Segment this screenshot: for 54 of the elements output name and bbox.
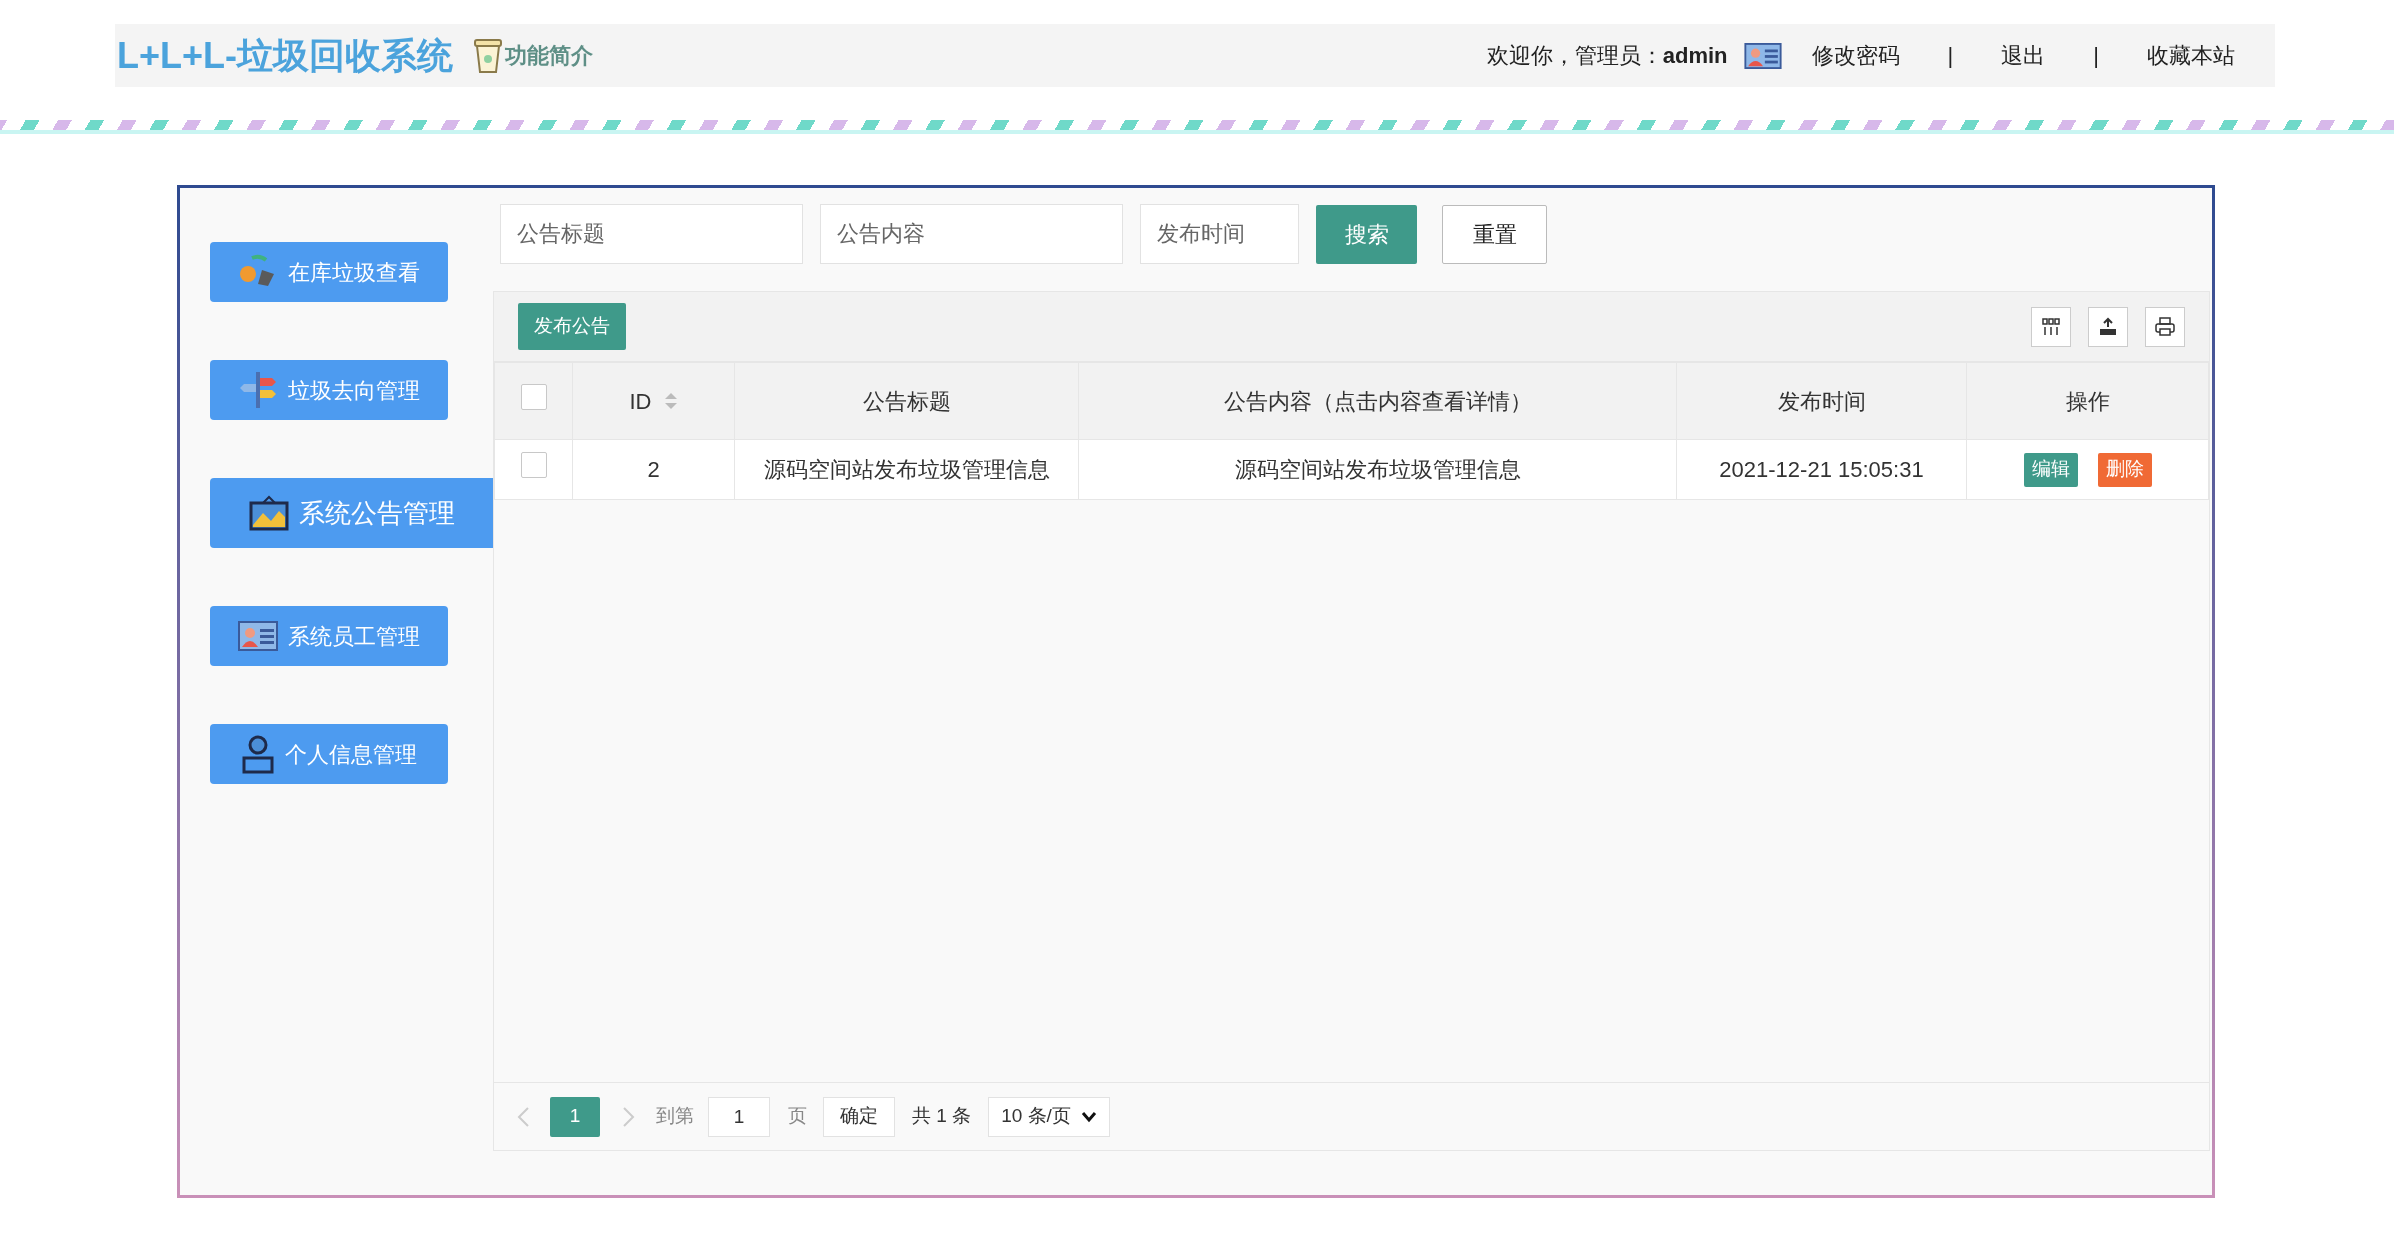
checkbox[interactable] — [520, 383, 547, 410]
publish-button[interactable]: 发布公告 — [518, 303, 626, 350]
column-header: 操作 — [2065, 387, 2110, 416]
delete-button[interactable]: 删除 — [2097, 452, 2152, 487]
print-icon — [2153, 314, 2177, 339]
header-link[interactable]: 收藏本站 — [2147, 39, 2235, 72]
table-cell: 源码空间站发布垃圾管理信息 — [763, 457, 1050, 482]
edit-button[interactable]: 编辑 — [2023, 452, 2078, 487]
welcome-text: 欢迎你，管理员： — [1486, 42, 1663, 70]
search-field[interactable]: 公告内容 — [820, 204, 1123, 264]
confirm-button[interactable]: 确定 — [823, 1096, 895, 1137]
column-header: 公告标题 — [862, 387, 951, 416]
username: admin — [1662, 42, 1728, 70]
checkbox[interactable] — [520, 452, 547, 478]
export-button[interactable] — [2088, 306, 2128, 347]
sort-icon[interactable] — [663, 391, 678, 411]
id-card-icon — [238, 621, 278, 651]
table-cell: 2021-12-21 15:05:31 — [1719, 457, 1924, 482]
person-icon — [241, 734, 275, 774]
search-field[interactable]: 发布时间 — [1140, 204, 1299, 264]
next-page-icon[interactable] — [622, 1105, 636, 1128]
picture-icon — [248, 495, 289, 531]
column-header: 公告内容（点击内容查看详情） — [1223, 387, 1532, 416]
page-button[interactable]: 1 — [550, 1096, 600, 1137]
column-header: ID — [629, 387, 652, 416]
intro-link[interactable]: 功能简介 — [473, 37, 593, 74]
goto-label: 到第 — [656, 1104, 694, 1129]
cup-icon — [473, 37, 503, 74]
header-link[interactable]: 修改密码 — [1811, 39, 1900, 72]
id-card-icon — [1743, 42, 1782, 69]
separator: | — [2093, 42, 2099, 70]
sidebar-item[interactable]: 系统员工管理 — [210, 606, 448, 666]
columns-button[interactable] — [2031, 306, 2071, 347]
table-cell: 2 — [647, 457, 660, 482]
site-title: L+L+L-垃圾回收系统 — [117, 33, 453, 78]
chevron-down-icon — [1081, 1110, 1098, 1123]
sidebar-item[interactable]: 个人信息管理 — [210, 724, 448, 784]
total-count: 共 1 条 — [912, 1104, 972, 1129]
previous-page-icon[interactable] — [516, 1105, 530, 1128]
table-cell: 源码空间站发布垃圾管理信息 — [1234, 457, 1521, 482]
search-button[interactable]: 搜索 — [1316, 204, 1417, 264]
sidebar-item[interactable]: 垃圾去向管理 — [210, 360, 448, 420]
page-size-select[interactable]: 10 条/页 — [988, 1096, 1111, 1137]
page-unit: 页 — [788, 1104, 807, 1129]
search-field[interactable]: 公告标题 — [500, 204, 803, 264]
page-input[interactable]: 1 — [708, 1096, 770, 1137]
reset-button[interactable]: 重置 — [1442, 204, 1547, 264]
print-button[interactable] — [2145, 306, 2185, 347]
signpost-icon — [238, 370, 278, 410]
column-header: 发布时间 — [1777, 387, 1866, 416]
header-link[interactable]: 退出 — [2001, 39, 2046, 72]
sidebar-item[interactable]: 在库垃圾查看 — [210, 242, 448, 302]
separator: | — [1947, 42, 1954, 70]
sidebar-item[interactable]: 系统公告管理 — [210, 478, 493, 548]
